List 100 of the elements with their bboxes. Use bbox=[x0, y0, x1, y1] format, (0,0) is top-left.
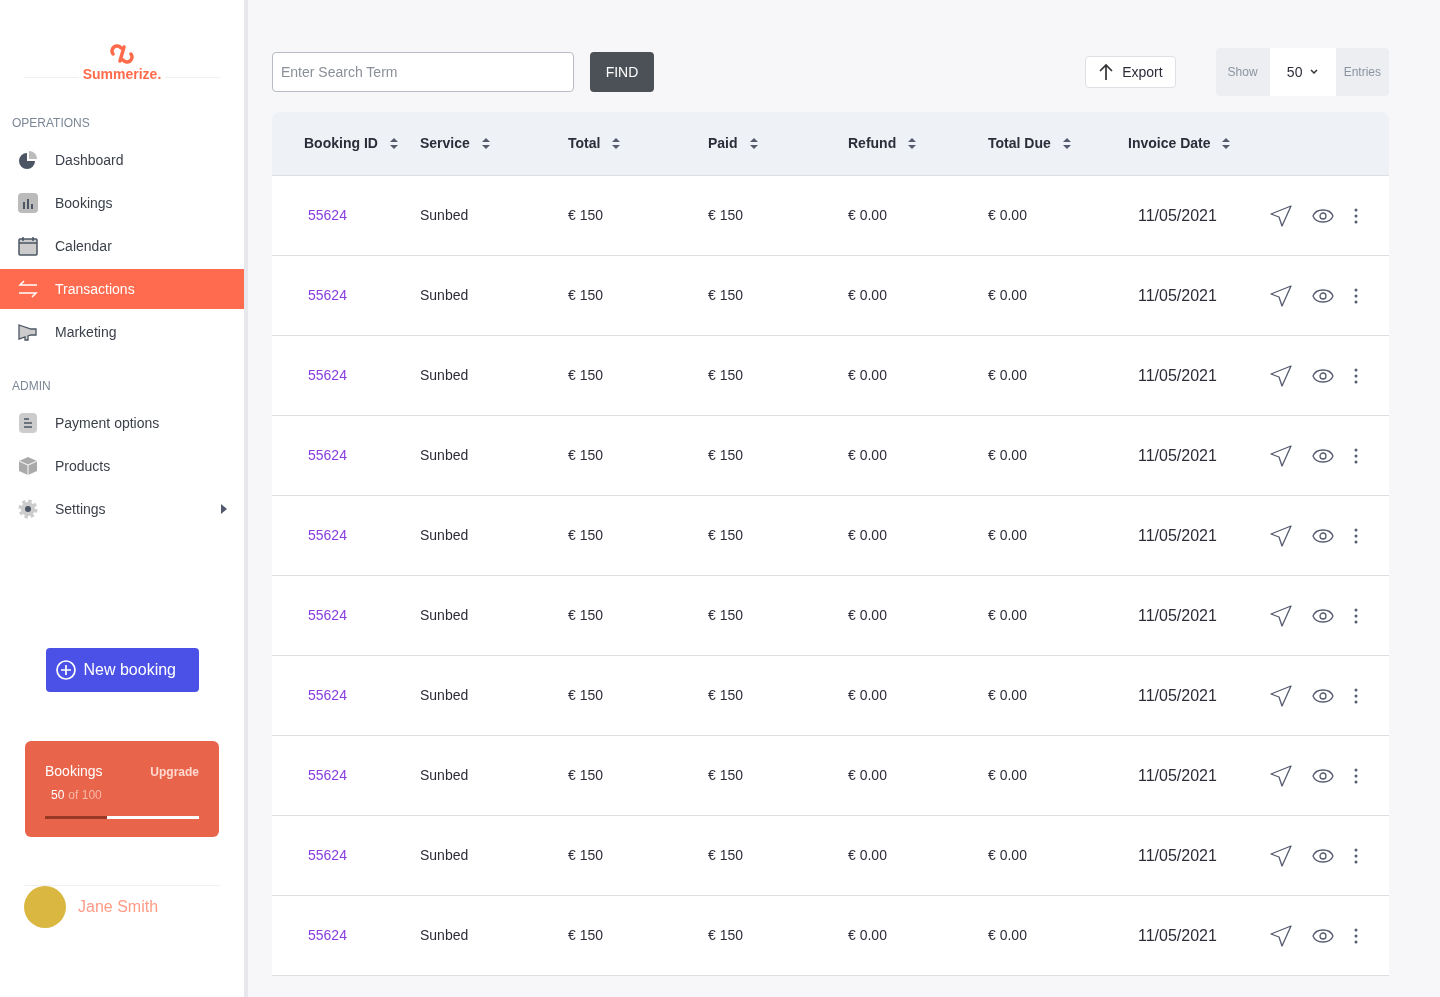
nav-item[interactable]: Settings bbox=[0, 489, 244, 529]
table-cell-text: € 150 bbox=[568, 286, 604, 305]
swap-arrows-icon bbox=[17, 278, 39, 300]
send-icon[interactable] bbox=[1270, 924, 1292, 947]
booking-id-link[interactable]: 55624 bbox=[308, 365, 347, 386]
sort-icon bbox=[749, 138, 758, 149]
table-cell-text: € 0.00 bbox=[848, 526, 887, 545]
more-icon[interactable] bbox=[1354, 287, 1358, 304]
settings-icon bbox=[17, 498, 39, 520]
eye-icon[interactable] bbox=[1312, 528, 1334, 543]
table-cell-text: Sunbed bbox=[420, 766, 469, 785]
eye-icon[interactable] bbox=[1312, 208, 1334, 223]
send-icon[interactable] bbox=[1270, 844, 1292, 867]
table-cell-text: € 0.00 bbox=[848, 286, 887, 305]
new-booking-button[interactable]: New booking bbox=[45, 648, 199, 692]
plan-title: Bookings bbox=[45, 762, 103, 781]
eye-icon[interactable] bbox=[1312, 368, 1334, 383]
nav-item[interactable]: Payment options bbox=[0, 403, 244, 443]
table-cell-text: € 150 bbox=[568, 366, 604, 385]
send-icon[interactable] bbox=[1270, 764, 1292, 787]
booking-id-link[interactable]: 55624 bbox=[308, 925, 347, 946]
more-icon[interactable] bbox=[1354, 847, 1358, 864]
table-cell-text: € 150 bbox=[568, 606, 604, 625]
more-icon[interactable] bbox=[1354, 927, 1358, 944]
column-header[interactable]: Total Due bbox=[988, 133, 1071, 154]
entries-select[interactable]: 50 bbox=[1269, 48, 1336, 96]
nav-item[interactable]: Marketing bbox=[0, 312, 244, 352]
nav-item[interactable]: Products bbox=[0, 446, 244, 486]
eye-icon[interactable] bbox=[1312, 768, 1334, 783]
table-cell-text: € 150 bbox=[708, 286, 744, 305]
table-cell-text: € 150 bbox=[708, 926, 744, 945]
column-header[interactable]: Invoice Date bbox=[1128, 133, 1231, 154]
eye-icon[interactable] bbox=[1312, 848, 1334, 863]
table-cell-text: 11/05/2021 bbox=[1138, 445, 1217, 466]
booking-id-link[interactable]: 55624 bbox=[308, 525, 347, 546]
megaphone-icon bbox=[17, 321, 39, 343]
eye-icon[interactable] bbox=[1312, 688, 1334, 703]
table-cell-text: € 0.00 bbox=[988, 526, 1027, 545]
table-cell-text: 11/05/2021 bbox=[1138, 685, 1217, 706]
nav-item[interactable]: Calendar bbox=[0, 226, 244, 266]
table-cell-text: € 0.00 bbox=[848, 606, 887, 625]
booking-id-link[interactable]: 55624 bbox=[308, 445, 347, 466]
calendar-icon bbox=[17, 235, 39, 257]
booking-id-link[interactable]: 55624 bbox=[308, 685, 347, 706]
table-cell-text: 11/05/2021 bbox=[1138, 765, 1217, 786]
booking-id-link[interactable]: 55624 bbox=[308, 765, 347, 786]
table-cell-text: € 150 bbox=[708, 446, 744, 465]
column-header[interactable]: Refund bbox=[848, 133, 917, 154]
table-cell-text: € 0.00 bbox=[848, 446, 887, 465]
arrow-up-icon bbox=[1098, 63, 1115, 81]
send-icon[interactable] bbox=[1270, 684, 1292, 707]
table-cell-text: € 150 bbox=[708, 526, 744, 545]
avatar bbox=[24, 886, 66, 928]
chevron-down-icon bbox=[1310, 69, 1319, 75]
table-cell-text: € 150 bbox=[708, 686, 744, 705]
table-cell-text: € 0.00 bbox=[988, 766, 1027, 785]
booking-id-link[interactable]: 55624 bbox=[308, 605, 347, 626]
table-cell-text: Sunbed bbox=[420, 286, 469, 305]
eye-icon[interactable] bbox=[1312, 608, 1334, 623]
pie-chart-icon bbox=[17, 149, 39, 171]
more-icon[interactable] bbox=[1354, 767, 1358, 784]
send-icon[interactable] bbox=[1270, 204, 1292, 227]
eye-icon[interactable] bbox=[1312, 288, 1334, 303]
plus-circle-icon bbox=[55, 660, 76, 680]
more-icon[interactable] bbox=[1354, 367, 1358, 384]
send-icon[interactable] bbox=[1270, 444, 1292, 467]
table-cell-text: € 150 bbox=[708, 606, 744, 625]
table-cell-text: € 150 bbox=[708, 206, 744, 225]
more-icon[interactable] bbox=[1354, 527, 1358, 544]
search-field[interactable]: Enter Search Term bbox=[272, 52, 574, 92]
send-icon[interactable] bbox=[1270, 604, 1292, 627]
booking-id-link[interactable]: 55624 bbox=[308, 285, 347, 306]
sort-icon bbox=[1062, 138, 1071, 149]
column-header[interactable]: Paid bbox=[708, 133, 758, 154]
table-cell-text: € 0.00 bbox=[988, 606, 1027, 625]
table-cell-text: Sunbed bbox=[420, 526, 469, 545]
eye-icon[interactable] bbox=[1312, 448, 1334, 463]
nav-item[interactable]: Dashboard bbox=[0, 140, 244, 180]
table-cell-text: € 0.00 bbox=[988, 926, 1027, 945]
more-icon[interactable] bbox=[1354, 447, 1358, 464]
more-icon[interactable] bbox=[1354, 607, 1358, 624]
section-heading: OPERATIONS bbox=[11, 115, 91, 132]
column-header[interactable]: Total bbox=[568, 133, 621, 154]
booking-id-link[interactable]: 55624 bbox=[308, 845, 347, 866]
table-cell-text: € 0.00 bbox=[988, 366, 1027, 385]
table-cell-text: Sunbed bbox=[420, 686, 469, 705]
table-cell-text: € 0.00 bbox=[988, 446, 1027, 465]
more-icon[interactable] bbox=[1354, 207, 1358, 224]
table-cell-text: 11/05/2021 bbox=[1138, 525, 1217, 546]
find-button[interactable]: FIND bbox=[590, 52, 654, 92]
eye-icon[interactable] bbox=[1312, 928, 1334, 943]
more-icon[interactable] bbox=[1354, 687, 1358, 704]
booking-id-link[interactable]: 55624 bbox=[308, 205, 347, 226]
column-header[interactable]: Booking ID bbox=[304, 133, 398, 154]
nav-item[interactable]: Bookings bbox=[0, 183, 244, 223]
export-button[interactable]: Export bbox=[1085, 56, 1176, 88]
send-icon[interactable] bbox=[1270, 284, 1292, 307]
send-icon[interactable] bbox=[1270, 524, 1292, 547]
send-icon[interactable] bbox=[1270, 364, 1292, 387]
column-header[interactable]: Service bbox=[420, 133, 490, 154]
